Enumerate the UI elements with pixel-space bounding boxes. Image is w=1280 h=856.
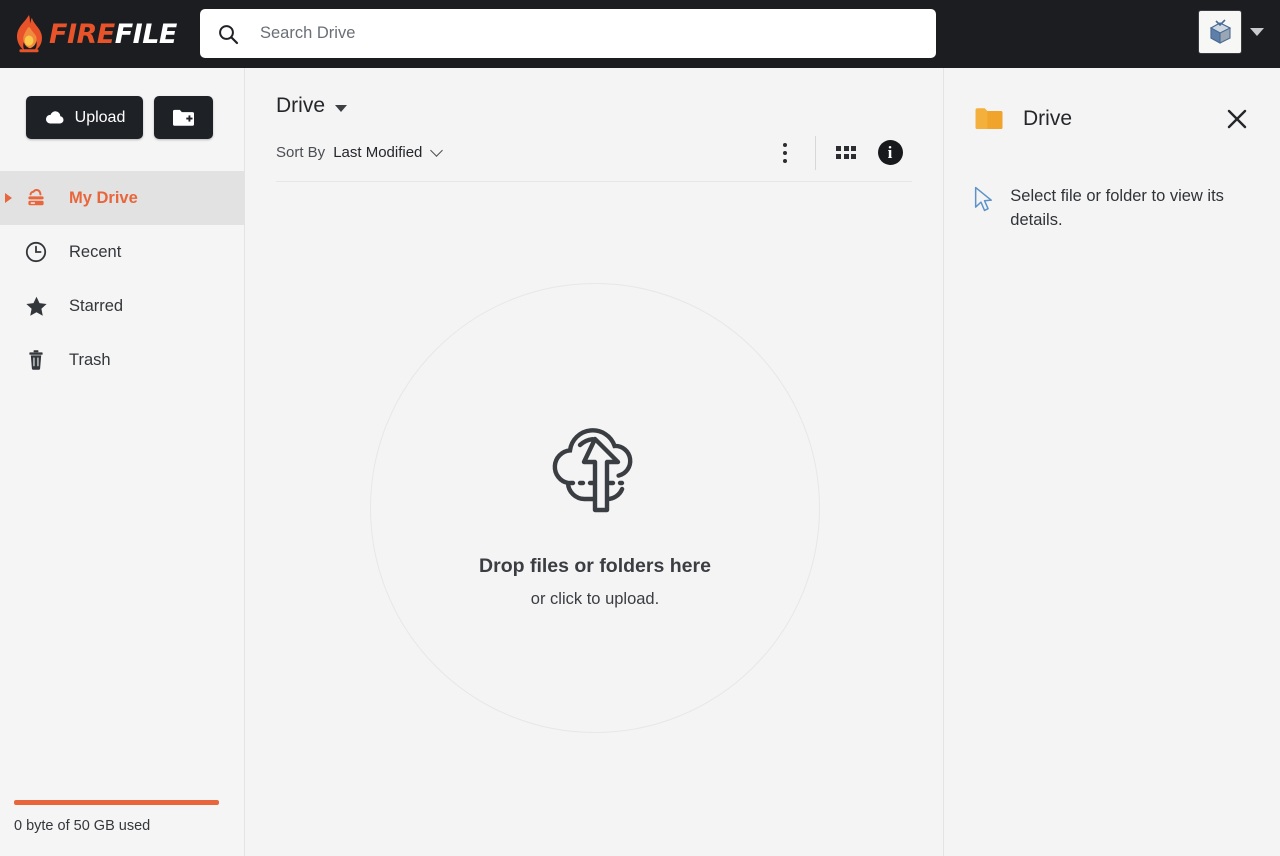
- cloud-upload-icon: [552, 428, 633, 513]
- logo-text-file: FILE: [114, 18, 178, 50]
- mouse-pointer-icon: [974, 186, 993, 212]
- content-toolbar: Sort By Last Modified i: [276, 135, 912, 182]
- caret-down-icon[interactable]: [335, 104, 348, 112]
- cloud-upload-icon: [45, 110, 64, 123]
- app-logo[interactable]: FIREFILE: [0, 0, 196, 68]
- storage-label: 0 byte of 50 GB used: [14, 818, 151, 834]
- info-icon: i: [877, 140, 903, 165]
- more-options-button[interactable]: [763, 131, 807, 175]
- search-input[interactable]: [260, 24, 900, 43]
- breadcrumb[interactable]: Drive: [245, 68, 943, 118]
- user-avatar-icon: [1209, 19, 1232, 44]
- search-icon: [219, 24, 239, 44]
- page-title: Drive: [276, 94, 326, 117]
- upload-dropzone[interactable]: Drop files or folders here or click to u…: [370, 283, 820, 733]
- sidebar-item-label: Recent: [69, 242, 122, 261]
- new-folder-button[interactable]: [154, 96, 213, 139]
- folder-icon: [975, 108, 1003, 129]
- sidebar-item-label: Trash: [69, 350, 111, 369]
- sidebar-nav: My Drive Recent Starred Trash: [0, 171, 244, 387]
- clock-icon: [23, 239, 49, 265]
- details-panel: Drive Select file or folder to view its …: [945, 68, 1280, 856]
- account-area[interactable]: [1198, 10, 1270, 54]
- kebab-menu-icon: [783, 142, 787, 163]
- app-root: FIREFILE Search Drive Upload My Drive Re…: [0, 0, 1280, 856]
- sidebar-item-trash[interactable]: Trash: [0, 333, 244, 387]
- sidebar-actions: Upload: [0, 68, 244, 139]
- trash-icon: [23, 347, 49, 373]
- details-empty-message: Select file or folder to view its detail…: [1010, 187, 1224, 230]
- logo-wordmark: FIREFILE: [49, 19, 177, 50]
- dropzone-title: Drop files or folders here: [479, 555, 711, 577]
- sidebar-item-starred[interactable]: Starred: [0, 279, 244, 333]
- drive-icon: [23, 185, 49, 211]
- flame-icon: [16, 14, 42, 53]
- caret-down-icon[interactable]: [1250, 28, 1264, 36]
- folder-add-icon: [172, 109, 194, 126]
- sort-by-label: Sort By: [276, 144, 326, 161]
- top-header: FIREFILE: [0, 0, 1280, 68]
- main-content: Drive Sort By Last Modified i Drop files…: [245, 68, 944, 856]
- storage-indicator: 0 byte of 50 GB used: [0, 800, 245, 856]
- avatar[interactable]: [1198, 10, 1242, 54]
- upload-button-label: Upload: [74, 108, 126, 126]
- grid-view-button[interactable]: [824, 131, 868, 175]
- star-icon: [23, 293, 49, 319]
- search-bar[interactable]: [200, 9, 936, 58]
- chevron-down-icon[interactable]: [430, 144, 444, 157]
- grid-view-icon: [836, 146, 856, 159]
- sort-value: Last Modified: [333, 144, 423, 161]
- toolbar-divider: [815, 135, 816, 170]
- caret-right-icon[interactable]: [5, 193, 12, 203]
- toolbar-actions: i: [763, 131, 912, 175]
- storage-bar-fill: [14, 800, 219, 805]
- close-icon: [1227, 109, 1247, 129]
- sidebar-item-recent[interactable]: Recent: [0, 225, 244, 279]
- storage-bar-track: [14, 800, 219, 805]
- dropzone-subtitle: or click to upload.: [530, 590, 660, 608]
- sidebar-item-my-drive[interactable]: My Drive: [0, 171, 244, 225]
- logo-text-fire: FIRE: [49, 18, 115, 50]
- sidebar-item-label: Starred: [69, 296, 124, 315]
- details-title: Drive: [1023, 107, 1073, 130]
- close-details-button[interactable]: [1224, 106, 1250, 132]
- details-toggle-button[interactable]: i: [868, 131, 912, 175]
- sort-control[interactable]: Sort By Last Modified: [276, 144, 444, 161]
- sidebar-item-label: My Drive: [69, 188, 138, 207]
- sidebar: Upload My Drive Recent Starred Trash 0 b…: [0, 68, 245, 856]
- upload-button[interactable]: Upload: [26, 96, 143, 139]
- details-empty-state: Select file or folder to view its detail…: [945, 132, 1280, 232]
